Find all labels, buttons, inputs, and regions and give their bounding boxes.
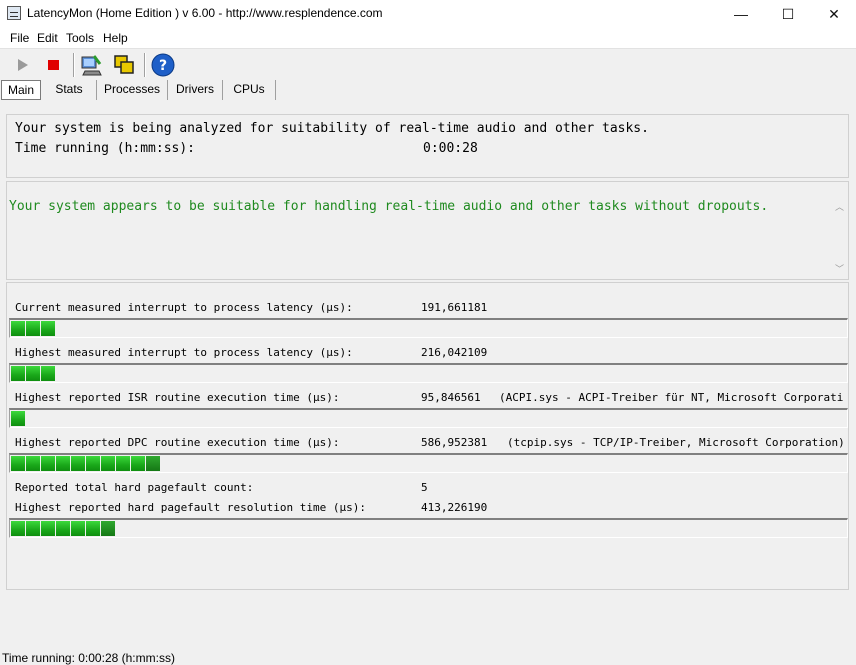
bar-segment [26, 366, 40, 381]
scroll-down-icon[interactable]: ﹀ [834, 264, 845, 275]
bar-segment [56, 521, 70, 536]
bar-segment [26, 321, 40, 336]
metric-value: 586,952381 [421, 436, 488, 449]
metric-label: Current measured interrupt to process la… [15, 301, 353, 314]
metric-driver: (tcpip.sys - TCP/IP-Treiber, Microsoft C… [507, 436, 845, 449]
title-bar: LatencyMon (Home Edition ) v 6.00 - http… [0, 0, 856, 28]
metric-value: 413,226190 [421, 501, 488, 514]
time-running-label: Time running (h:mm:ss): [15, 141, 196, 156]
bar-segment [86, 456, 100, 471]
analysis-text: Your system is being analyzed for suitab… [15, 121, 649, 136]
bar-segment [41, 521, 55, 536]
bar-segment [11, 321, 25, 336]
bar-segment [86, 521, 100, 536]
bar-segment [41, 321, 55, 336]
metric-value: 191,661181 [421, 301, 488, 314]
latency-bar [9, 453, 848, 473]
close-button[interactable]: ✕ [811, 0, 856, 28]
time-running-value: 0:00:28 [423, 141, 478, 156]
tab-processes[interactable]: Processes [97, 80, 168, 100]
computer-icon[interactable] [79, 53, 103, 77]
latency-bar [9, 408, 848, 428]
latency-bar [9, 318, 848, 338]
bar-segment [131, 456, 145, 471]
bar-segment [41, 456, 55, 471]
tab-cpus[interactable]: CPUs [223, 80, 276, 100]
menu-file[interactable]: File [10, 31, 29, 45]
menu-tools[interactable]: Tools [66, 31, 94, 45]
latency-bar [9, 518, 848, 538]
latency-bar [9, 363, 848, 383]
tab-main[interactable]: Main [1, 80, 41, 100]
bar-segment [56, 456, 70, 471]
metric-driver: (ACPI.sys - ACPI-Treiber für NT, Microso… [499, 391, 844, 404]
maximize-button[interactable]: ☐ [765, 0, 811, 28]
metric-label: Reported total hard pagefault count: [15, 481, 254, 494]
bar-segment [146, 456, 160, 471]
bar-segment [71, 521, 85, 536]
menu-bar: File Edit Tools Help [0, 28, 856, 48]
metric-label: Highest reported hard pagefault resoluti… [15, 501, 366, 514]
result-scrollbar[interactable]: ︿ ﹀ [831, 182, 848, 279]
bar-segment [41, 366, 55, 381]
tab-stats[interactable]: Stats [42, 80, 97, 100]
bar-segment [11, 521, 25, 536]
metric-value: 95,846561 [421, 391, 481, 404]
bar-segment [101, 521, 115, 536]
tab-drivers[interactable]: Drivers [168, 80, 223, 100]
status-text: Time running: 0:00:28 (h:mm:ss) [2, 651, 175, 665]
bar-segment [11, 411, 25, 426]
metric-label: Highest reported DPC routine execution t… [15, 436, 340, 449]
toolbar-separator [144, 53, 146, 77]
result-message: Your system appears to be suitable for h… [9, 199, 769, 214]
bar-segment [26, 521, 40, 536]
analysis-panel: Your system is being analyzed for suitab… [6, 114, 849, 178]
toolbar: ? [0, 48, 856, 81]
bar-segment [26, 456, 40, 471]
scroll-up-icon[interactable]: ︿ [834, 202, 845, 213]
metric-label: Highest reported ISR routine execution t… [15, 391, 340, 404]
bar-segment [116, 456, 130, 471]
menu-help[interactable]: Help [103, 31, 128, 45]
menu-edit[interactable]: Edit [37, 31, 58, 45]
app-icon [7, 6, 21, 20]
svg-text:?: ? [159, 58, 167, 74]
result-box: Your system appears to be suitable for h… [6, 181, 849, 280]
help-icon[interactable]: ? [151, 53, 175, 77]
window-icon[interactable] [112, 53, 136, 77]
metric-label: Highest measured interrupt to process la… [15, 346, 353, 359]
minimize-button[interactable]: — [718, 0, 764, 28]
tab-bar: Main Stats Processes Drivers CPUs [0, 80, 856, 102]
bar-segment [101, 456, 115, 471]
metrics-panel: Current measured interrupt to process la… [6, 282, 849, 590]
window-title: LatencyMon (Home Edition ) v 6.00 - http… [27, 6, 383, 20]
bar-segment [11, 456, 25, 471]
status-bar: Time running: 0:00:28 (h:mm:ss) [0, 649, 856, 665]
metric-value: 216,042109 [421, 346, 488, 359]
bar-segment [11, 366, 25, 381]
toolbar-separator [73, 53, 75, 77]
metric-value: 5 [421, 481, 428, 494]
stop-icon[interactable] [42, 53, 66, 77]
play-icon[interactable] [10, 53, 34, 77]
bar-segment [71, 456, 85, 471]
